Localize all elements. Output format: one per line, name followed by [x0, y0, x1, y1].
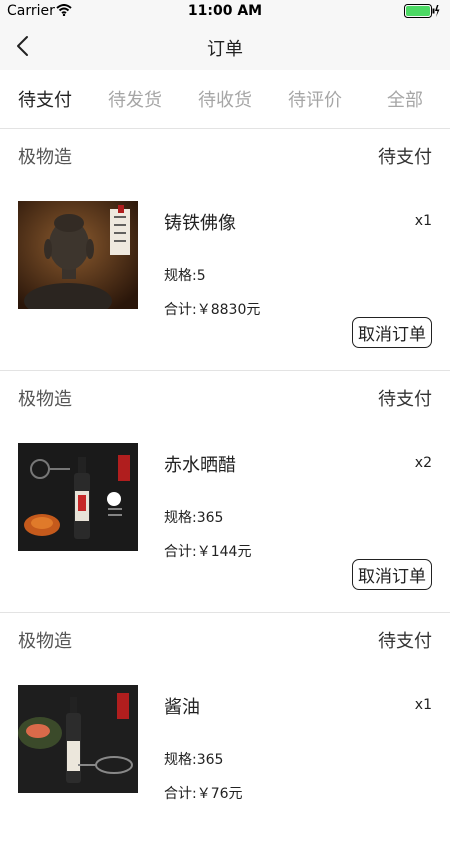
product-quantity: x2: [414, 455, 432, 471]
product-spec: 规格:365: [164, 510, 224, 526]
order-tabs: 待支付 待发货 待收货 待评价 全部: [0, 70, 450, 129]
product-name: 赤水晒醋: [164, 455, 236, 476]
order-total: 合计:￥8830元: [164, 302, 261, 318]
product-spec: 规格:5: [164, 268, 206, 284]
order-card[interactable]: 极物造 待支付 铸铁佛像 x1 规格:5 合计:￥8830元 取消订单: [0, 129, 450, 371]
product-image-soy-sauce: [18, 685, 138, 793]
cancel-order-button[interactable]: 取消订单: [352, 559, 432, 590]
order-status: 待支付: [378, 147, 432, 168]
order-total: 合计:￥144元: [164, 544, 252, 560]
nav-bar: 订单: [0, 22, 450, 70]
product-image-buddha: [18, 201, 138, 309]
order-list: 极物造 待支付 铸铁佛像 x1 规格:5 合计:￥8830元 取消订单 极物造 …: [0, 129, 450, 854]
order-total: 合计:￥76元: [164, 786, 243, 802]
tab-pending-review[interactable]: 待评价: [270, 86, 360, 112]
battery-icon: [404, 4, 440, 18]
product-name: 酱油: [164, 697, 200, 718]
order-status: 待支付: [378, 389, 432, 410]
shop-name: 极物造: [18, 147, 72, 168]
tab-pending-receipt[interactable]: 待收货: [180, 86, 270, 112]
order-card[interactable]: 极物造 待支付 赤水晒醋 x2 规格:365 合计:￥144元 取消订单: [0, 371, 450, 613]
status-bar: Carrier 11:00 AM: [0, 0, 450, 22]
product-spec: 规格:365: [164, 752, 224, 768]
order-card[interactable]: 极物造 待支付 酱油 x1 规格:365 合计:￥76元: [0, 613, 450, 854]
order-status: 待支付: [378, 631, 432, 652]
product-name: 铸铁佛像: [164, 213, 236, 234]
tab-pending-shipment[interactable]: 待发货: [90, 86, 180, 112]
product-quantity: x1: [414, 697, 432, 713]
shop-name: 极物造: [18, 631, 72, 652]
shop-name: 极物造: [18, 389, 72, 410]
tab-all[interactable]: 全部: [360, 86, 450, 112]
tab-pending-payment[interactable]: 待支付: [0, 86, 90, 112]
clock: 11:00 AM: [187, 3, 263, 19]
cancel-order-button[interactable]: 取消订单: [352, 317, 432, 348]
page-title: 订单: [207, 39, 243, 60]
product-image-vinegar: [18, 443, 138, 551]
product-quantity: x1: [414, 213, 432, 229]
